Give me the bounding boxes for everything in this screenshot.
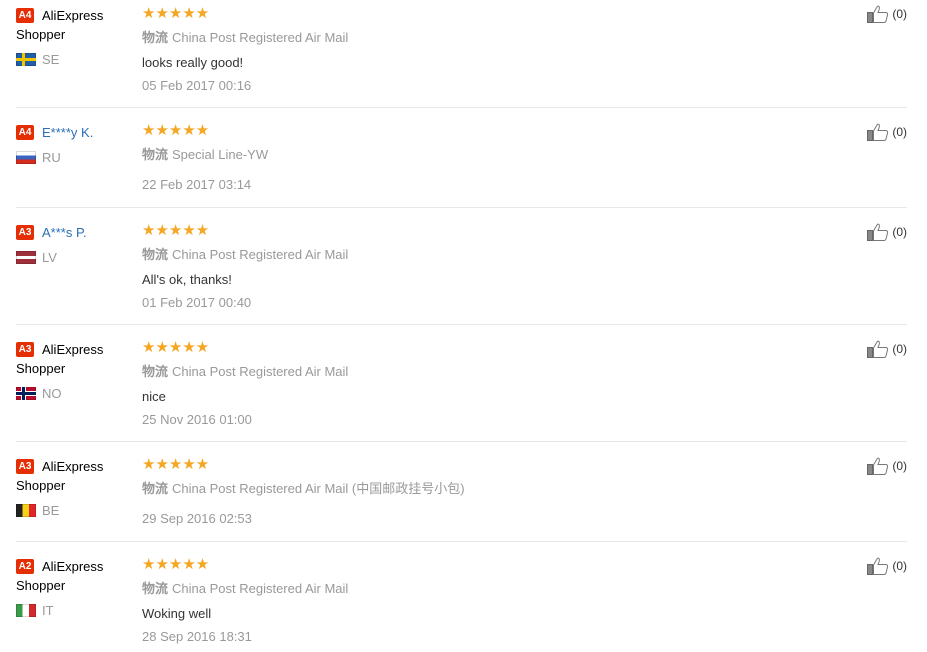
- helpful-button[interactable]: (0): [867, 223, 907, 241]
- review-item: A4 E****y K. RU ★★★★★ 物流 Special Line-YW 2…: [16, 108, 907, 208]
- review-content: ★★★★★ 物流 China Post Registered Air Mail l…: [142, 6, 348, 94]
- review-list: A4 AliExpress Shopper SE ★★★★★ 物流 China Po…: [0, 0, 927, 652]
- review-item: A3 A***s P. LV ★★★★★ 物流 China Post Registe…: [16, 208, 907, 325]
- logistics-label: 物流: [142, 247, 169, 262]
- helpful-count: (0): [892, 7, 907, 21]
- helpful-count: (0): [892, 459, 907, 473]
- flag-ru-icon: [16, 151, 36, 164]
- logistics-method: China Post Registered Air Mail: [172, 364, 349, 379]
- logistics-info: 物流 Special Line-YW: [142, 147, 268, 163]
- flag-it-icon: [16, 604, 36, 617]
- logistics-info: 物流 China Post Registered Air Mail: [142, 364, 348, 380]
- logistics-info: 物流 China Post Registered Air Mail: [142, 30, 348, 46]
- reviewer-country: LV: [16, 250, 126, 265]
- review-date: 01 Feb 2017 00:40: [142, 295, 252, 310]
- reviewer-country: RU: [16, 150, 126, 165]
- review-item: A4 AliExpress Shopper SE ★★★★★ 物流 China Po…: [16, 0, 907, 108]
- helpful-button[interactable]: (0): [867, 5, 907, 23]
- review-date: 22 Feb 2017 03:14: [142, 177, 252, 192]
- reviewer-name-link[interactable]: A***s P.: [42, 225, 87, 240]
- logistics-method: China Post Registered Air Mail: [172, 581, 349, 596]
- flag-be-icon: [16, 504, 36, 517]
- helpful-button[interactable]: (0): [867, 457, 907, 475]
- thumbs-up-icon: [867, 5, 889, 23]
- review-content: ★★★★★ 物流 Special Line-YW 22 Feb 2017 03:1…: [142, 123, 268, 193]
- review-comment: nice: [142, 389, 166, 404]
- reviewer-country: BE: [16, 503, 126, 518]
- helpful-count: (0): [892, 559, 907, 573]
- logistics-label: 物流: [142, 364, 169, 379]
- star-rating: ★★★★★: [142, 222, 210, 239]
- review-comment: looks really good!: [142, 55, 244, 70]
- review-date: 28 Sep 2016 18:31: [142, 629, 252, 644]
- reviewer-info: A4 E****y K. RU: [16, 123, 126, 165]
- thumbs-up-icon: [867, 557, 889, 575]
- helpful-count: (0): [892, 225, 907, 239]
- thumbs-up-icon: [867, 123, 889, 141]
- reviewer-name-link[interactable]: E****y K.: [42, 125, 93, 140]
- flag-se-icon: [16, 53, 36, 66]
- logistics-label: 物流: [142, 30, 169, 45]
- star-rating: ★★★★★: [142, 5, 210, 22]
- logistics-info: 物流 China Post Registered Air Mail: [142, 581, 348, 597]
- helpful-count: (0): [892, 125, 907, 139]
- buyer-level-badge: A4: [16, 8, 34, 23]
- logistics-info: 物流 China Post Registered Air Mail (中国邮政挂号…: [142, 481, 465, 497]
- reviewer-info: A3 AliExpress Shopper NO: [16, 340, 126, 401]
- thumbs-up-icon: [867, 340, 889, 358]
- country-code: NO: [42, 386, 62, 401]
- thumbs-up-icon: [867, 457, 889, 475]
- buyer-level-badge: A3: [16, 459, 34, 474]
- reviewer-info: A3 A***s P. LV: [16, 223, 126, 265]
- helpful-count: (0): [892, 342, 907, 356]
- review-date: 05 Feb 2017 00:16: [142, 78, 252, 93]
- helpful-button[interactable]: (0): [867, 123, 907, 141]
- review-date: 29 Sep 2016 02:53: [142, 511, 252, 526]
- review-item: A3 AliExpress Shopper NO ★★★★★ 物流 China Po…: [16, 325, 907, 442]
- review-date: 25 Nov 2016 01:00: [142, 412, 252, 427]
- logistics-method: China Post Registered Air Mail (中国邮政挂号小包…: [172, 481, 465, 496]
- helpful-button[interactable]: (0): [867, 557, 907, 575]
- star-rating: ★★★★★: [142, 456, 210, 473]
- logistics-label: 物流: [142, 147, 169, 162]
- reviewer-info: A3 AliExpress Shopper BE: [16, 457, 126, 518]
- logistics-method: China Post Registered Air Mail: [172, 30, 349, 45]
- logistics-label: 物流: [142, 481, 169, 496]
- country-code: RU: [42, 150, 61, 165]
- buyer-level-badge: A2: [16, 559, 34, 574]
- country-code: BE: [42, 503, 60, 518]
- reviewer-info: A4 AliExpress Shopper SE: [16, 6, 126, 67]
- review-comment: All's ok, thanks!: [142, 272, 232, 287]
- reviewer-country: NO: [16, 386, 126, 401]
- review-content: ★★★★★ 物流 China Post Registered Air Mail (…: [142, 457, 465, 527]
- logistics-label: 物流: [142, 581, 169, 596]
- thumbs-up-icon: [867, 223, 889, 241]
- country-code: LV: [42, 250, 57, 265]
- star-rating: ★★★★★: [142, 122, 210, 139]
- review-comment: Woking well: [142, 606, 212, 621]
- logistics-method: Special Line-YW: [172, 147, 269, 162]
- reviewer-country: IT: [16, 603, 126, 618]
- buyer-level-badge: A3: [16, 225, 34, 240]
- reviewer-info: A2 AliExpress Shopper IT: [16, 557, 126, 618]
- country-code: SE: [42, 52, 60, 67]
- review-item: A2 AliExpress Shopper IT ★★★★★ 物流 China Po…: [16, 542, 907, 652]
- logistics-info: 物流 China Post Registered Air Mail: [142, 247, 348, 263]
- reviewer-country: SE: [16, 52, 126, 67]
- review-content: ★★★★★ 物流 China Post Registered Air Mail W…: [142, 557, 348, 645]
- buyer-level-badge: A4: [16, 125, 34, 140]
- helpful-button[interactable]: (0): [867, 340, 907, 358]
- buyer-level-badge: A3: [16, 342, 34, 357]
- logistics-method: China Post Registered Air Mail: [172, 247, 349, 262]
- flag-lv-icon: [16, 251, 36, 264]
- review-content: ★★★★★ 物流 China Post Registered Air Mail A…: [142, 223, 348, 311]
- country-code: IT: [42, 603, 54, 618]
- star-rating: ★★★★★: [142, 556, 210, 573]
- review-content: ★★★★★ 物流 China Post Registered Air Mail n…: [142, 340, 348, 428]
- star-rating: ★★★★★: [142, 339, 210, 356]
- review-item: A3 AliExpress Shopper BE ★★★★★ 物流 China Po…: [16, 442, 907, 542]
- flag-no-icon: [16, 387, 36, 400]
